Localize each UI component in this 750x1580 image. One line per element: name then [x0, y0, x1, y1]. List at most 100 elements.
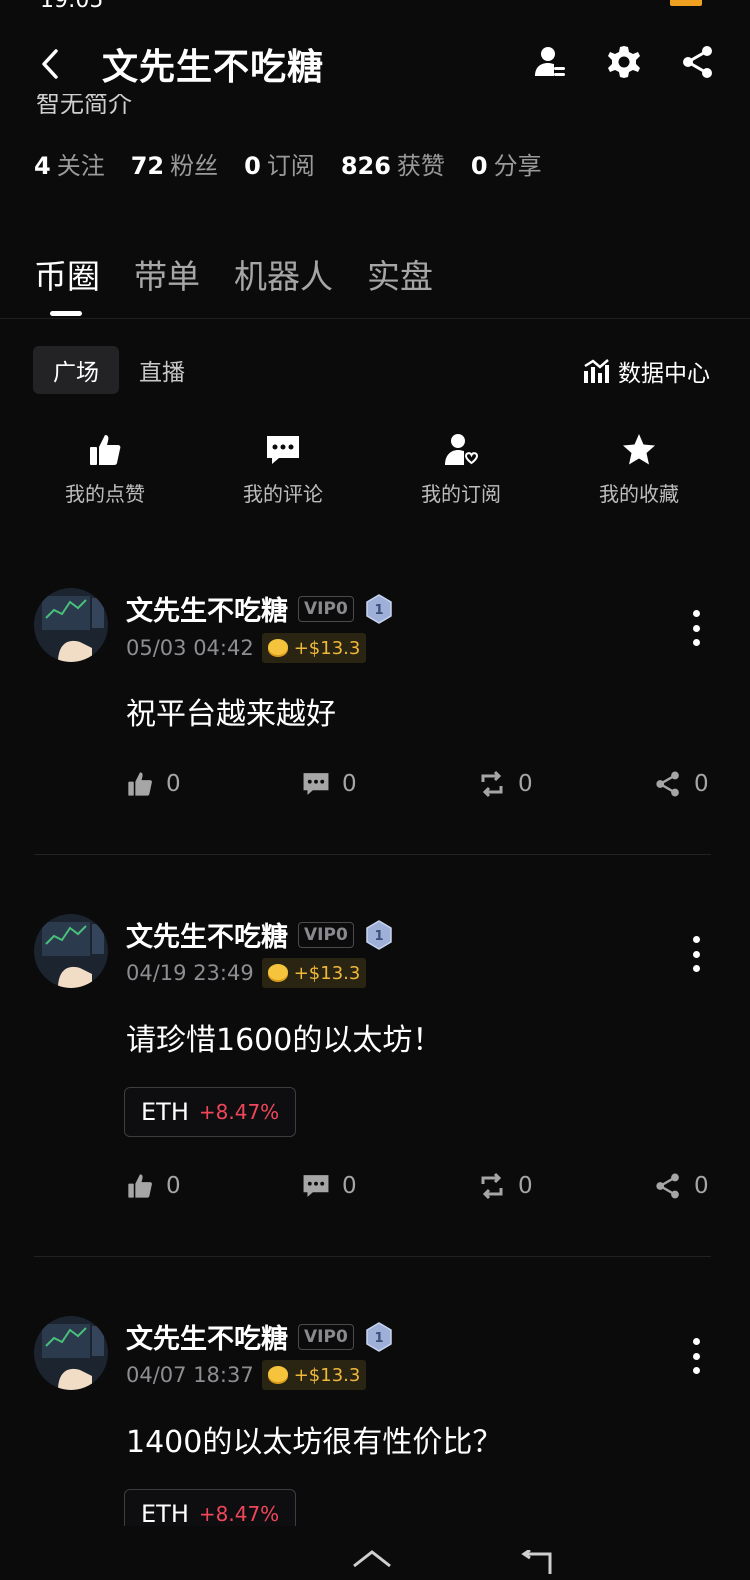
- comment-action[interactable]: 0: [302, 1172, 357, 1200]
- segment-live[interactable]: 直播: [119, 346, 205, 394]
- post-divider: [34, 854, 711, 855]
- thumbs-up-icon: [128, 1174, 152, 1198]
- home-chevron-icon[interactable]: [350, 1548, 394, 1568]
- svg-text:1: 1: [374, 1331, 383, 1346]
- post-time: 05/03 04:42: [126, 636, 254, 660]
- star-icon: [623, 434, 655, 465]
- coin-change: +8.47%: [198, 1100, 280, 1124]
- reward-badge: +$13.3: [261, 1360, 367, 1390]
- coin-icon: [267, 1366, 288, 1384]
- stat-followers[interactable]: 72 粉丝: [131, 146, 218, 181]
- post-time: 04/19 23:49: [126, 961, 254, 985]
- share-button[interactable]: [678, 42, 718, 82]
- main-tabs: 币圈 带单 机器人 实盘: [34, 250, 433, 298]
- post-divider: [34, 1256, 711, 1257]
- level-badge-icon: 1: [366, 919, 392, 950]
- share-action[interactable]: 0: [654, 1172, 709, 1200]
- post-time: 04/07 18:37: [126, 1363, 254, 1387]
- post-meta-row: 05/03 04:42 +$13.3: [126, 633, 367, 663]
- avatar-image: [34, 1316, 108, 1390]
- coin-symbol: ETH: [141, 1098, 189, 1126]
- post-author-row: 文先生不吃糖 VIP0 1: [126, 1317, 394, 1356]
- comment-action[interactable]: 0: [302, 770, 357, 798]
- post-author[interactable]: 文先生不吃糖: [126, 915, 288, 954]
- share-icon: [683, 46, 712, 78]
- status-bar: 19:05: [0, 0, 750, 14]
- battery-icon: [670, 0, 702, 6]
- more-options-button[interactable]: [690, 1338, 702, 1374]
- quick-my-subscriptions[interactable]: 我的订阅: [396, 432, 526, 507]
- svg-text:1: 1: [374, 603, 383, 618]
- tab-copy-trading[interactable]: 带单: [134, 250, 200, 298]
- vip-badge: VIP0: [298, 1323, 354, 1350]
- coin-change: +8.47%: [198, 1502, 280, 1526]
- repost-icon: [481, 770, 503, 798]
- user-settings-icon: [535, 47, 565, 76]
- post-author[interactable]: 文先生不吃糖: [126, 1317, 288, 1356]
- more-options-button[interactable]: [690, 936, 702, 972]
- share-icon: [656, 771, 679, 797]
- like-action[interactable]: 0: [126, 1172, 181, 1200]
- comment-icon: [267, 436, 299, 464]
- page-title: 文先生不吃糖: [102, 47, 325, 88]
- share-icon: [656, 1173, 679, 1199]
- coin-icon: [267, 964, 288, 982]
- stat-shares[interactable]: 0 分享: [471, 146, 542, 181]
- gear-icon: [608, 46, 640, 78]
- status-time: 19:05: [40, 0, 104, 13]
- system-navigation-bar: [0, 1526, 750, 1580]
- more-options-button[interactable]: [690, 610, 702, 646]
- level-badge-icon: 1: [366, 593, 392, 624]
- coin-symbol: ETH: [141, 1500, 189, 1528]
- post-body: 请珍惜1600的以太坊！: [126, 1023, 443, 1058]
- tabs-divider: [0, 318, 750, 319]
- avatar[interactable]: [34, 588, 108, 662]
- stat-likes[interactable]: 826 获赞: [341, 146, 445, 181]
- tab-live-trading[interactable]: 实盘: [367, 250, 433, 298]
- post-author-row: 文先生不吃糖 VIP0 1: [126, 915, 394, 954]
- data-center-link[interactable]: 数据中心: [582, 354, 710, 388]
- settings-button[interactable]: [604, 42, 644, 82]
- active-tab-indicator: [50, 311, 82, 316]
- back-gesture-icon[interactable]: [518, 1550, 554, 1574]
- level-badge-icon: 1: [366, 1321, 392, 1352]
- reward-badge: +$13.3: [261, 958, 367, 988]
- segment-control: 广场 直播: [33, 346, 205, 394]
- back-button[interactable]: [36, 46, 66, 82]
- user-settings-button[interactable]: [530, 42, 570, 82]
- post-meta-row: 04/07 18:37 +$13.3: [126, 1360, 367, 1390]
- quick-my-comments[interactable]: 我的评论: [218, 432, 348, 507]
- segment-square[interactable]: 广场: [33, 346, 119, 394]
- comment-icon: [303, 773, 329, 795]
- quick-my-likes[interactable]: 我的点赞: [40, 432, 170, 507]
- avatar[interactable]: [34, 1316, 108, 1390]
- thumbs-up-icon: [128, 772, 152, 796]
- vip-badge: VIP0: [298, 595, 354, 622]
- subscribe-icon: [445, 434, 479, 465]
- avatar-image: [34, 914, 108, 988]
- share-action[interactable]: 0: [654, 770, 709, 798]
- stat-subscriptions[interactable]: 0 订阅: [244, 146, 315, 181]
- avatar-image: [34, 588, 108, 662]
- like-action[interactable]: 0: [126, 770, 181, 798]
- coin-icon: [267, 639, 288, 657]
- reward-badge: +$13.3: [261, 633, 367, 663]
- vip-badge: VIP0: [298, 921, 354, 948]
- coin-tag[interactable]: ETH +8.47%: [124, 1087, 297, 1137]
- post-author[interactable]: 文先生不吃糖: [126, 589, 288, 628]
- repost-action[interactable]: 0: [478, 770, 533, 798]
- bio: 智无简介: [36, 94, 132, 114]
- avatar[interactable]: [34, 914, 108, 988]
- tab-robot[interactable]: 机器人: [234, 250, 333, 298]
- tab-coin-circle[interactable]: 币圈: [34, 250, 100, 298]
- back-icon: [42, 49, 58, 79]
- post-meta-row: 04/19 23:49 +$13.3: [126, 958, 367, 988]
- svg-text:1: 1: [374, 929, 383, 944]
- repost-icon: [481, 1172, 503, 1200]
- profile-stats: 4 关注 72 粉丝 0 订阅 826 获赞 0 分享: [34, 146, 542, 181]
- repost-action[interactable]: 0: [478, 1172, 533, 1200]
- quick-my-favorites[interactable]: 我的收藏: [574, 432, 704, 507]
- stat-following[interactable]: 4 关注: [34, 146, 105, 181]
- chart-icon: [584, 359, 609, 383]
- post-body: 1400的以太坊很有性价比？: [126, 1425, 503, 1460]
